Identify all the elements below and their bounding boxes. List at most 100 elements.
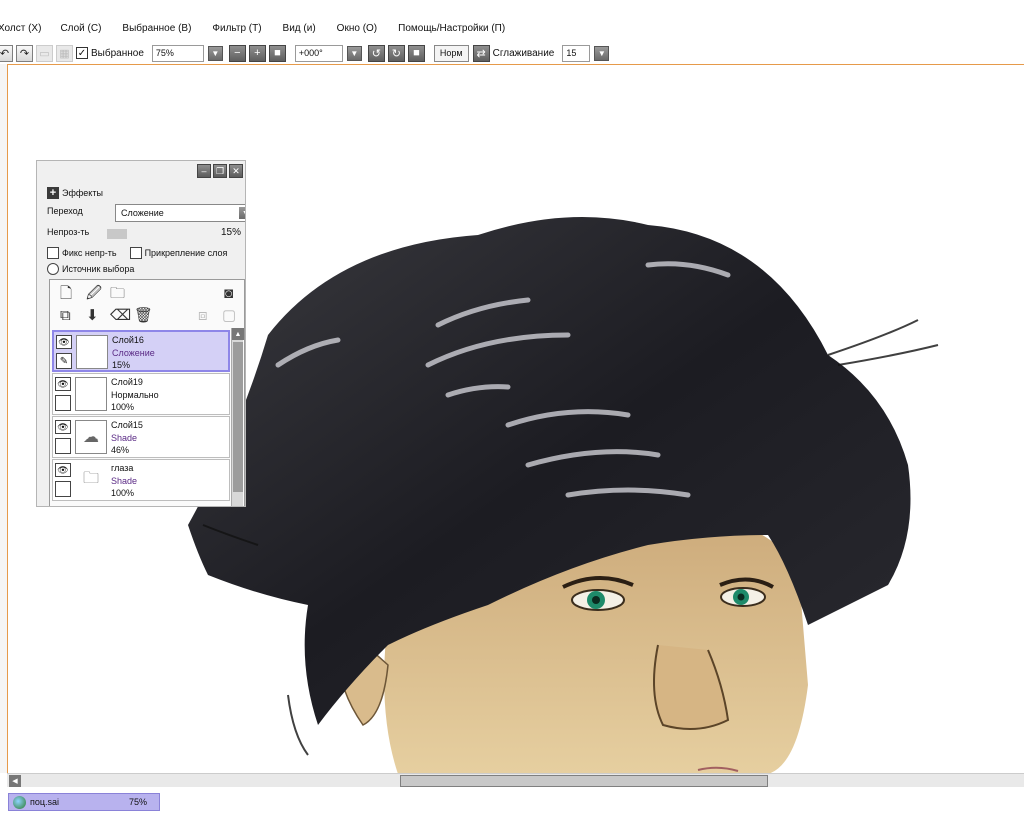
panel-window-buttons: – ❐ ✕ <box>197 164 243 178</box>
fix-opacity-label: Фикс непр-ть <box>62 248 117 258</box>
delete-layer-icon[interactable]: 🗑 <box>134 308 153 323</box>
scrollbar-thumb[interactable] <box>400 775 768 787</box>
scroll-left-icon[interactable]: ◀ <box>9 775 21 787</box>
menu-help-settings[interactable]: Помощь/Настройки (П) <box>398 23 505 34</box>
zoom-dropdown-icon[interactable]: ▼ <box>207 45 223 61</box>
layer-name: Слой19 <box>111 377 143 387</box>
menu-bar: Холст (X) Слой (C) Выбранное (B) Фильтр … <box>0 18 1024 38</box>
toolbar: ↶ ↷ ▭ ▦ ✓ Выбранное 75% ▼ − + ■ +000° ▼ … <box>0 42 1024 64</box>
new-layer-icon[interactable]: 🗋 <box>60 286 72 301</box>
fix-opacity-row: Фикс непр-ть Прикрепление слоя <box>47 247 227 259</box>
layer-opacity: 46% <box>111 445 130 455</box>
scrollbar-thumb[interactable] <box>233 342 243 492</box>
zoom-out-icon[interactable]: − <box>228 44 246 62</box>
zoom-field[interactable]: 75% <box>151 44 204 62</box>
clip-layer-checkbox[interactable] <box>129 247 142 259</box>
menu-window[interactable]: Окно (O) <box>337 23 377 34</box>
view-mode-button[interactable]: Норм <box>433 44 469 62</box>
scroll-up-icon[interactable]: ▲ <box>232 328 244 340</box>
folder-icon: 🗀 <box>82 469 99 487</box>
flip-icon[interactable]: ⇄ <box>472 44 490 62</box>
selection-source-radio[interactable] <box>47 263 59 275</box>
opacity-value: 15% <box>220 227 241 238</box>
zoom-reset-icon[interactable]: ■ <box>268 44 286 62</box>
visibility-eye-icon[interactable]: 👁 <box>56 335 72 349</box>
layer-name: глаза <box>111 463 134 473</box>
document-name: поц.sai <box>30 797 60 807</box>
invert-selection-icon[interactable]: ▦ <box>56 44 73 62</box>
rotate-left-icon[interactable]: ↺ <box>367 44 385 62</box>
rotation-dropdown-icon[interactable]: ▼ <box>346 45 362 61</box>
paint-lock-icon[interactable] <box>55 438 71 454</box>
selection-checkbox-label: Выбранное <box>91 47 144 59</box>
new-linework-layer-icon[interactable]: 🖉 <box>86 286 102 301</box>
selection-checkbox[interactable]: ✓ <box>76 47 88 59</box>
blend-dropdown-icon[interactable]: ▼ <box>239 207 245 219</box>
delete-mask-icon[interactable]: ▢ <box>222 308 236 323</box>
layer-item[interactable]: 👁 🗀 глаза Shade 100% <box>52 459 230 501</box>
left-tool-strip <box>0 64 7 773</box>
paint-lock-icon[interactable] <box>55 481 71 497</box>
new-folder-icon[interactable]: 🗀 <box>110 286 125 301</box>
blend-mode-select[interactable]: Сложение ▼ <box>115 204 245 222</box>
layer-blend-mode: Shade <box>111 433 138 443</box>
canvas-horizontal-scrollbar[interactable]: ◀ <box>7 773 1024 787</box>
rotation-reset-icon[interactable]: ■ <box>407 44 425 62</box>
visibility-eye-icon[interactable]: 👁 <box>55 377 71 391</box>
merge-down-icon[interactable]: ⬇ <box>86 308 99 323</box>
layer-item[interactable]: 👁 ☁ Слой15 Shade 46% <box>52 416 230 458</box>
selection-source-label: Источник выбора <box>62 264 135 274</box>
smoothing-dropdown-icon[interactable]: ▼ <box>594 45 610 61</box>
effects-section[interactable]: + Эффекты <box>47 187 103 199</box>
redo-icon[interactable]: ↷ <box>16 44 33 62</box>
menu-view[interactable]: Вид (и) <box>283 23 316 34</box>
status-bar: поц.sai 75% <box>0 789 1024 829</box>
deselect-icon[interactable]: ▭ <box>36 44 53 62</box>
opacity-slider[interactable]: Непроз-ть 15% <box>47 227 243 241</box>
layer-opacity: 15% <box>112 360 131 370</box>
fix-opacity-checkbox[interactable] <box>47 247 59 259</box>
layer-blend-mode: Сложение <box>112 348 155 358</box>
blend-mode-row: Переход Сложение ▼ <box>47 204 245 222</box>
undo-icon[interactable]: ↶ <box>0 44 13 62</box>
opacity-fill <box>107 229 127 239</box>
restore-icon[interactable]: ❐ <box>213 164 227 178</box>
document-icon <box>13 795 26 809</box>
layer-list-scrollbar[interactable]: ▲ <box>231 328 244 506</box>
apply-mask-icon[interactable]: ⧈ <box>198 308 208 323</box>
layer-tools: 🗋 🖉 🗀 ◙ ⧉ ⬇ ⌫ 🗑 ⧈ ▢ <box>58 284 238 326</box>
zoom-in-icon[interactable]: + <box>248 44 266 62</box>
menu-layer[interactable]: Слой (C) <box>60 23 101 34</box>
transfer-down-icon[interactable]: ⧉ <box>60 308 71 323</box>
expand-plus-icon[interactable]: + <box>47 187 59 199</box>
visibility-eye-icon[interactable]: 👁 <box>55 420 71 434</box>
layer-name: Слой15 <box>111 420 143 430</box>
layer-item[interactable]: 👁 Слой19 Нормально 100% <box>52 373 230 415</box>
layer-name: Слой16 <box>112 335 144 345</box>
layer-thumbnail <box>75 377 107 411</box>
smoothing-label: Сглаживание <box>492 47 555 59</box>
blend-mode-value: Сложение <box>121 208 164 218</box>
layer-blend-mode: Shade <box>111 476 138 486</box>
visibility-eye-icon[interactable]: 👁 <box>55 463 71 477</box>
selection-source-row: Источник выбора <box>47 263 134 275</box>
layer-opacity: 100% <box>111 488 135 498</box>
clear-layer-icon[interactable]: ⌫ <box>110 308 131 323</box>
layer-item[interactable]: 👁 ✎ Слой16 Сложение 15% <box>52 330 230 372</box>
menu-selection[interactable]: Выбранное (B) <box>122 23 191 34</box>
layer-thumbnail: ☁ <box>75 420 107 454</box>
menu-canvas[interactable]: Холст (X) <box>0 23 41 34</box>
layer-blend-mode: Нормально <box>111 390 159 400</box>
rotation-field[interactable]: +000° <box>294 44 343 62</box>
menu-filter[interactable]: Фильтр (T) <box>212 23 261 34</box>
document-tab[interactable]: поц.sai 75% <box>8 793 160 811</box>
paint-lock-icon[interactable] <box>55 395 71 411</box>
layer-list: 🗋 🖉 🗀 ◙ ⧉ ⬇ ⌫ 🗑 ⧈ ▢ 👁 ✎ Слой16 Сложение … <box>49 279 245 506</box>
rotate-right-icon[interactable]: ↻ <box>387 44 405 62</box>
paint-brush-icon[interactable]: ✎ <box>56 353 72 369</box>
layer-opacity: 100% <box>111 402 135 412</box>
minimize-icon[interactable]: – <box>197 164 211 178</box>
smoothing-field[interactable]: 15 <box>562 44 591 62</box>
layer-mask-icon[interactable]: ◙ <box>224 286 233 301</box>
close-icon[interactable]: ✕ <box>229 164 243 178</box>
